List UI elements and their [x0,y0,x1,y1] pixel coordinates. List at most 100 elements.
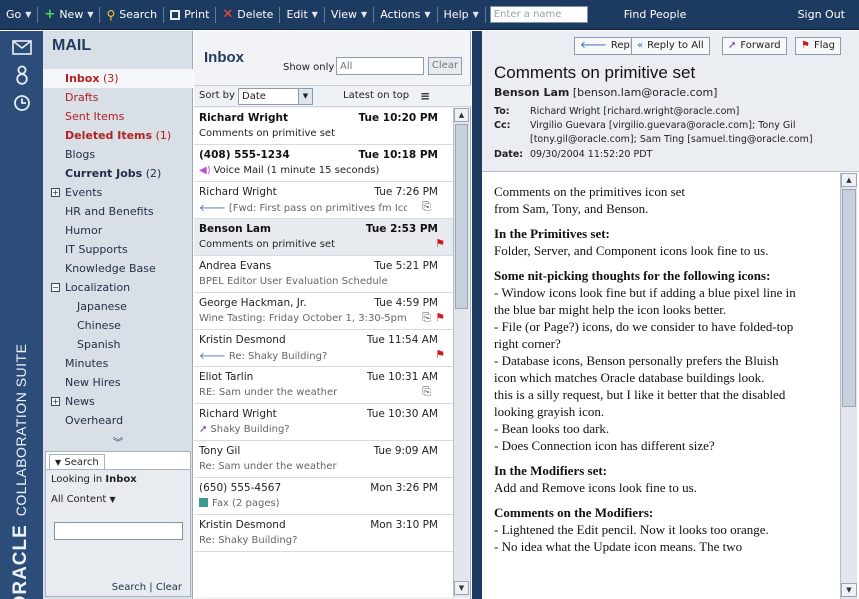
new-button[interactable]: + New ▼ [38,0,99,30]
body-line: - Lightened the Edit pencil. Now it look… [494,522,769,537]
body-heading: In the Primitives set: [494,226,610,241]
message-sender: Tony Gil [199,445,241,457]
message-row[interactable]: Tony Gil Tue 9:09 AM Re: Sam under the w… [194,441,453,478]
from-email: [benson.lam@oracle.com] [572,86,718,99]
search-button[interactable]: ⚲ Search [100,0,163,30]
body-gap [494,217,840,225]
folder-knowledge-base[interactable]: Knowledge Base [43,259,193,278]
message-row[interactable]: George Hackman, Jr. Tue 4:59 PM Wine Tas… [194,293,453,330]
folder-sent-items[interactable]: Sent Items [43,107,193,126]
view-menu[interactable]: View ▼ [325,0,373,30]
folder-current-jobs[interactable]: Current Jobs (2) [43,164,193,183]
pane-divider[interactable] [472,31,482,599]
scrollbar-thumb[interactable] [455,124,468,309]
scroll-down-icon[interactable]: ▼ [841,583,857,597]
scope-dropdown[interactable]: All Content ▼ [51,494,116,505]
paperclip-icon: ⎘ [422,311,431,324]
body-gap [494,496,840,504]
search-tab[interactable]: ▼ Search [49,454,105,469]
help-menu[interactable]: Help ▼ [438,0,485,30]
collapse-minus-icon[interactable]: − [51,283,60,292]
plus-icon: + [44,7,56,22]
message-sender: Andrea Evans [199,260,272,272]
message-body-scrollbar[interactable]: ▲ ▼ [840,173,857,599]
message-subject-text: Shaky Building? [210,424,290,435]
from-name[interactable]: Benson Lam [494,86,569,99]
folder-label: Knowledge Base [65,262,156,275]
flag-icon[interactable]: ⚑ [435,238,445,249]
search-link[interactable]: Search [112,582,146,593]
calendar-app-button[interactable] [0,89,43,117]
folder-blogs[interactable]: Blogs [43,145,193,164]
reply-all-button[interactable]: «Reply to All [631,37,710,55]
sort-select[interactable]: Date ▼ [238,88,313,105]
go-menu[interactable]: Go ▼ [0,0,37,30]
cc-row-continued: [tony.gil@oracle.com]; Sam Ting [samuel.… [494,134,813,145]
clear-filter-button[interactable]: Clear [428,57,462,75]
message-row[interactable]: Eliot Tarlin Tue 10:31 AM RE: Sam under … [194,367,453,404]
message-time: Tue 11:54 AM [366,334,438,346]
scroll-down-icon[interactable]: ▼ [454,581,469,595]
message-row[interactable]: (408) 555-1234 Tue 10:18 PM ◀) Voice Mail… [194,145,453,182]
find-people-link[interactable]: Find People [618,0,693,30]
scroll-up-icon[interactable]: ▲ [841,173,857,187]
body-line: - Database icons, Benson personally pref… [494,353,779,368]
flag-icon[interactable]: ⚑ [435,349,445,360]
new-label: New [59,8,84,21]
expand-plus-icon[interactable]: + [51,188,60,197]
message-time: Tue 4:59 PM [374,297,438,309]
scroll-up-icon[interactable]: ▲ [454,108,469,122]
search-input[interactable] [54,522,183,540]
looking-in-label: Looking in Inbox [51,474,137,485]
to-value[interactable]: Richard Wright [richard.wright@oracle.co… [530,106,739,117]
folder-inbox[interactable]: Inbox (3) [43,69,193,88]
folder-label: Localization [65,281,131,294]
message-row[interactable]: Andrea Evans Tue 5:21 PM BPEL Editor Use… [194,256,453,293]
folder-it-supports[interactable]: IT Supports [43,240,193,259]
folder-new-hires[interactable]: New Hires [43,373,193,392]
message-row-selected[interactable]: Benson Lam Tue 2:53 PM Comments on primi… [194,219,453,256]
clear-link[interactable]: Clear [156,582,182,593]
message-row[interactable]: Kristin Desmond Mon 3:10 PM Re: Shaky Bu… [194,515,453,552]
folder-localization[interactable]: − Localization [43,278,193,297]
filter-input[interactable] [336,57,424,75]
folder-hr-and-benefits[interactable]: HR and Benefits [43,202,193,221]
folder-minutes[interactable]: Minutes [43,354,193,373]
sort-order-icon[interactable]: ≡ [420,89,430,103]
forward-button[interactable]: ➚ Forward [722,37,787,55]
contacts-app-button[interactable] [0,61,43,89]
double-chevron-down-icon[interactable]: ︾ [43,437,193,451]
folder-spanish[interactable]: Spanish [43,335,193,354]
folder-japanese[interactable]: Japanese [43,297,193,316]
message-row[interactable]: Richard Wright Tue 7:26 PM 🡐 [Fwd: First … [194,182,453,219]
folder-drafts[interactable]: Drafts [43,88,193,107]
delete-button[interactable]: ✕ Delete [216,0,279,30]
cc-value[interactable]: [tony.gil@oracle.com]; Sam Ting [samuel.… [530,134,813,145]
message-row[interactable]: Kristin Desmond Tue 11:54 AM 🡐 Re: Shaky … [194,330,453,367]
print-button[interactable]: Print [164,0,215,30]
folder-label: News [65,395,95,408]
cc-value[interactable]: Virgilio Guevara [virgilio.guevara@oracl… [530,120,796,131]
flag-icon[interactable]: ⚑ [435,312,445,323]
expand-plus-icon[interactable]: + [51,397,60,406]
flag-button[interactable]: ⚑ Flag [795,37,841,55]
message-subject-title: Comments on primitive set [494,63,696,82]
folder-chinese[interactable]: Chinese [43,316,193,335]
scrollbar-thumb[interactable] [842,189,856,407]
chevron-down-icon: ▼ [298,89,312,104]
edit-menu[interactable]: Edit ▼ [280,0,323,30]
folder-events[interactable]: + Events [43,183,193,202]
message-row[interactable]: (650) 555-4567 Mon 3:26 PM Fax (2 pages) [194,478,453,515]
cc-row: Cc: Virgilio Guevara [virgilio.guevara@or… [494,120,796,131]
message-list-scrollbar[interactable]: ▲ ▼ [453,108,469,597]
message-row[interactable]: Richard Wright Tue 10:20 PM Comments on … [194,108,453,145]
message-row[interactable]: Richard Wright Tue 10:30 AM ➚ Shaky Build… [194,404,453,441]
mail-app-button[interactable] [0,33,43,61]
folder-deleted-items[interactable]: Deleted Items (1) [43,126,193,145]
folder-news[interactable]: + News [43,392,193,411]
folder-humor[interactable]: Humor [43,221,193,240]
folder-overheard[interactable]: Overheard [43,411,193,430]
actions-menu[interactable]: Actions ▼ [374,0,436,30]
name-input[interactable] [489,6,588,23]
sign-out-link[interactable]: Sign Out [792,0,851,30]
